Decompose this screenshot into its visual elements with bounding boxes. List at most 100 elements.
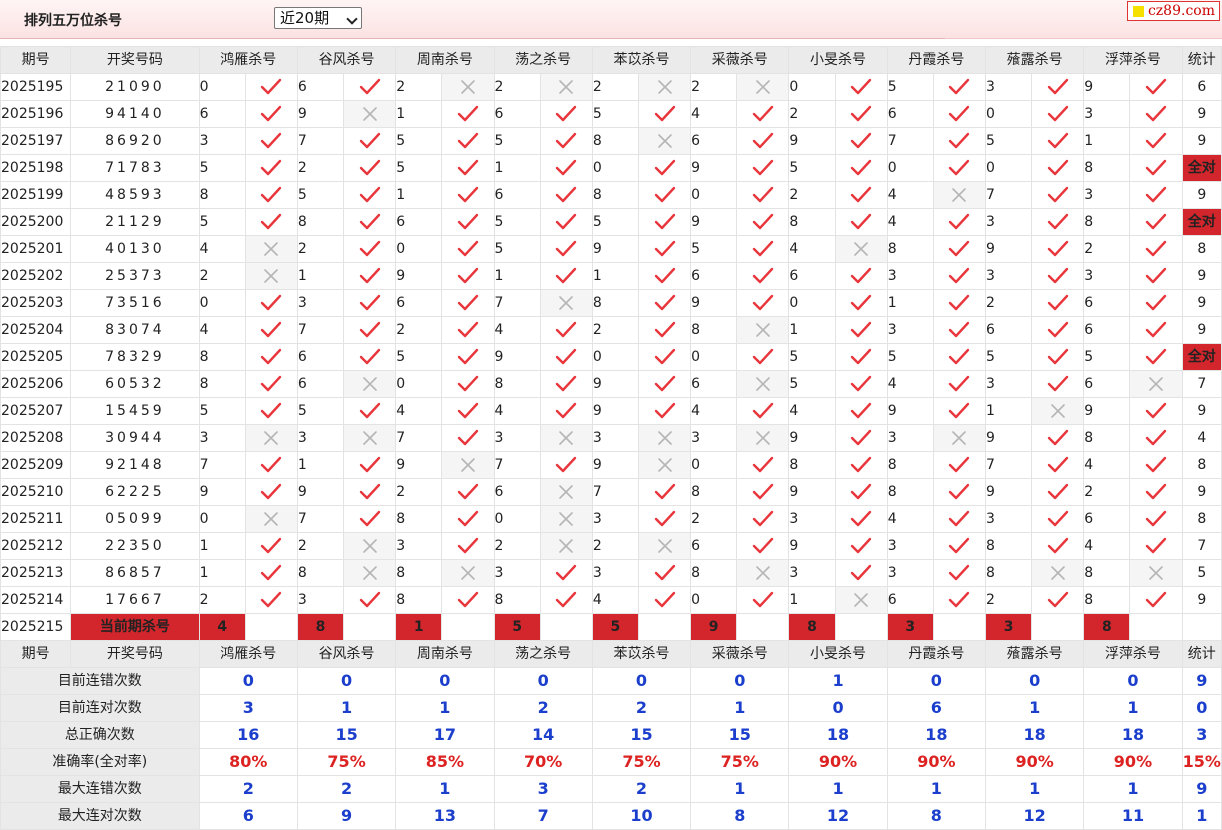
stat-value: 80% bbox=[198, 748, 298, 776]
check-icon bbox=[343, 505, 397, 533]
cross-icon bbox=[834, 586, 888, 614]
period-cell: 2025196 bbox=[0, 100, 72, 128]
check-icon bbox=[441, 262, 495, 290]
kill-pick-cell: 8 bbox=[395, 505, 443, 533]
draw-number-cell: 60532 bbox=[70, 370, 200, 398]
period-range-select[interactable]: 近20期 bbox=[274, 7, 362, 29]
stat-value: 1 bbox=[984, 775, 1085, 803]
period-cell: 2025197 bbox=[0, 127, 72, 155]
check-icon bbox=[932, 397, 987, 425]
col-header-expert: 采薇杀号 bbox=[690, 46, 790, 74]
kill-pick-cell: 7 bbox=[296, 505, 345, 533]
correct-count-cell: 9 bbox=[1181, 478, 1222, 506]
kill-pick-cell: 6 bbox=[395, 208, 443, 236]
kill-pick-cell: 9 bbox=[690, 154, 738, 182]
cross-icon bbox=[736, 370, 790, 398]
check-icon bbox=[834, 127, 888, 155]
brand-badge[interactable]: cz89.com bbox=[1126, 1, 1220, 21]
correct-count-cell: 8 bbox=[1181, 505, 1222, 533]
check-icon bbox=[1129, 208, 1183, 236]
cross-icon bbox=[637, 424, 692, 452]
check-icon bbox=[1129, 505, 1183, 533]
check-icon bbox=[539, 316, 593, 344]
kill-number-table: 期号 开奖号码 鸿雁杀号 谷风杀号 周南杀号 荡之杀号 苯苡杀号 采薇杀号 小旻杀号 丹霞杀号 蕵露… bbox=[0, 46, 1222, 830]
kill-pick-cell: 3 bbox=[1083, 262, 1131, 290]
correct-count-cell: 9 bbox=[1181, 181, 1222, 209]
kill-pick-cell: 9 bbox=[690, 289, 738, 317]
check-icon bbox=[637, 397, 692, 425]
check-icon bbox=[539, 208, 593, 236]
kill-pick-cell: 2 bbox=[395, 73, 443, 101]
cross-icon bbox=[736, 559, 790, 587]
draw-number-cell: 83074 bbox=[70, 316, 200, 344]
stat-label: 目前连错次数 bbox=[0, 667, 200, 695]
period-cell: 2025205 bbox=[0, 343, 72, 371]
correct-count-cell: 5 bbox=[1181, 559, 1222, 587]
current-kill-pick: 8 bbox=[788, 613, 836, 641]
stat-value: 0 bbox=[1083, 667, 1183, 695]
check-icon bbox=[441, 478, 495, 506]
kill-pick-cell: 8 bbox=[395, 586, 443, 614]
stat-value: 70% bbox=[493, 748, 593, 776]
check-icon bbox=[343, 586, 397, 614]
kill-pick-cell: 2 bbox=[591, 316, 639, 344]
kill-pick-cell: 9 bbox=[395, 451, 443, 479]
kill-pick-cell: 9 bbox=[296, 100, 345, 128]
col-header-expert: 小旻杀号 bbox=[788, 640, 888, 668]
kill-pick-cell: 9 bbox=[984, 478, 1033, 506]
check-icon bbox=[1031, 424, 1085, 452]
stat-value: 90% bbox=[984, 748, 1085, 776]
page-title: 排列五万位杀号 bbox=[24, 13, 122, 29]
check-icon bbox=[834, 181, 888, 209]
current-kill-pick: 8 bbox=[1083, 613, 1131, 641]
current-kill-pick: 3 bbox=[984, 613, 1033, 641]
col-header-expert: 丹霞杀号 bbox=[886, 46, 987, 74]
stat-value: 3 bbox=[493, 775, 593, 803]
check-icon bbox=[343, 397, 397, 425]
kill-pick-cell: 1 bbox=[493, 154, 541, 182]
stat-value: 2 bbox=[493, 694, 593, 722]
kill-pick-cell: 3 bbox=[984, 73, 1033, 101]
col-header-stat: 统计 bbox=[1181, 46, 1222, 74]
kill-pick-cell: 5 bbox=[591, 208, 639, 236]
check-icon bbox=[244, 127, 298, 155]
check-icon bbox=[736, 532, 790, 560]
brand-square-icon bbox=[1132, 6, 1144, 17]
kill-pick-cell: 1 bbox=[984, 397, 1033, 425]
kill-pick-cell: 2 bbox=[984, 586, 1033, 614]
kill-pick-cell: 6 bbox=[984, 316, 1033, 344]
stat-value: 75% bbox=[591, 748, 692, 776]
kill-pick-cell: 1 bbox=[198, 532, 246, 560]
check-icon bbox=[736, 505, 790, 533]
period-cell: 2025204 bbox=[0, 316, 72, 344]
cross-icon bbox=[343, 100, 397, 128]
check-icon bbox=[736, 127, 790, 155]
check-icon bbox=[637, 100, 692, 128]
period-cell: 2025200 bbox=[0, 208, 72, 236]
col-header-expert: 周南杀号 bbox=[395, 46, 495, 74]
stat-value: 90% bbox=[886, 748, 987, 776]
check-icon bbox=[834, 559, 888, 587]
kill-pick-cell: 3 bbox=[984, 208, 1033, 236]
period-range-value: 近20期 bbox=[280, 9, 330, 27]
stat-value: 75% bbox=[690, 748, 790, 776]
check-icon bbox=[834, 343, 888, 371]
all-correct-badge: 全对 bbox=[1181, 343, 1222, 371]
kill-pick-cell: 8 bbox=[198, 370, 246, 398]
kill-pick-cell: 9 bbox=[984, 235, 1033, 263]
check-icon bbox=[244, 370, 298, 398]
kill-pick-cell: 7 bbox=[296, 316, 345, 344]
check-icon bbox=[932, 532, 987, 560]
kill-pick-cell: 3 bbox=[1083, 181, 1131, 209]
kill-pick-cell: 4 bbox=[198, 235, 246, 263]
table-row: 2025206 60532 8 6 0 8 9 6 5 4 3 6 7 bbox=[0, 370, 1222, 398]
check-icon bbox=[244, 316, 298, 344]
check-icon bbox=[637, 478, 692, 506]
correct-count-cell: 4 bbox=[1181, 424, 1222, 452]
stat-value: 0 bbox=[591, 667, 692, 695]
kill-pick-cell: 0 bbox=[591, 343, 639, 371]
kill-pick-cell: 6 bbox=[690, 532, 738, 560]
kill-pick-cell: 2 bbox=[493, 532, 541, 560]
check-icon bbox=[441, 586, 495, 614]
kill-pick-cell: 4 bbox=[690, 397, 738, 425]
